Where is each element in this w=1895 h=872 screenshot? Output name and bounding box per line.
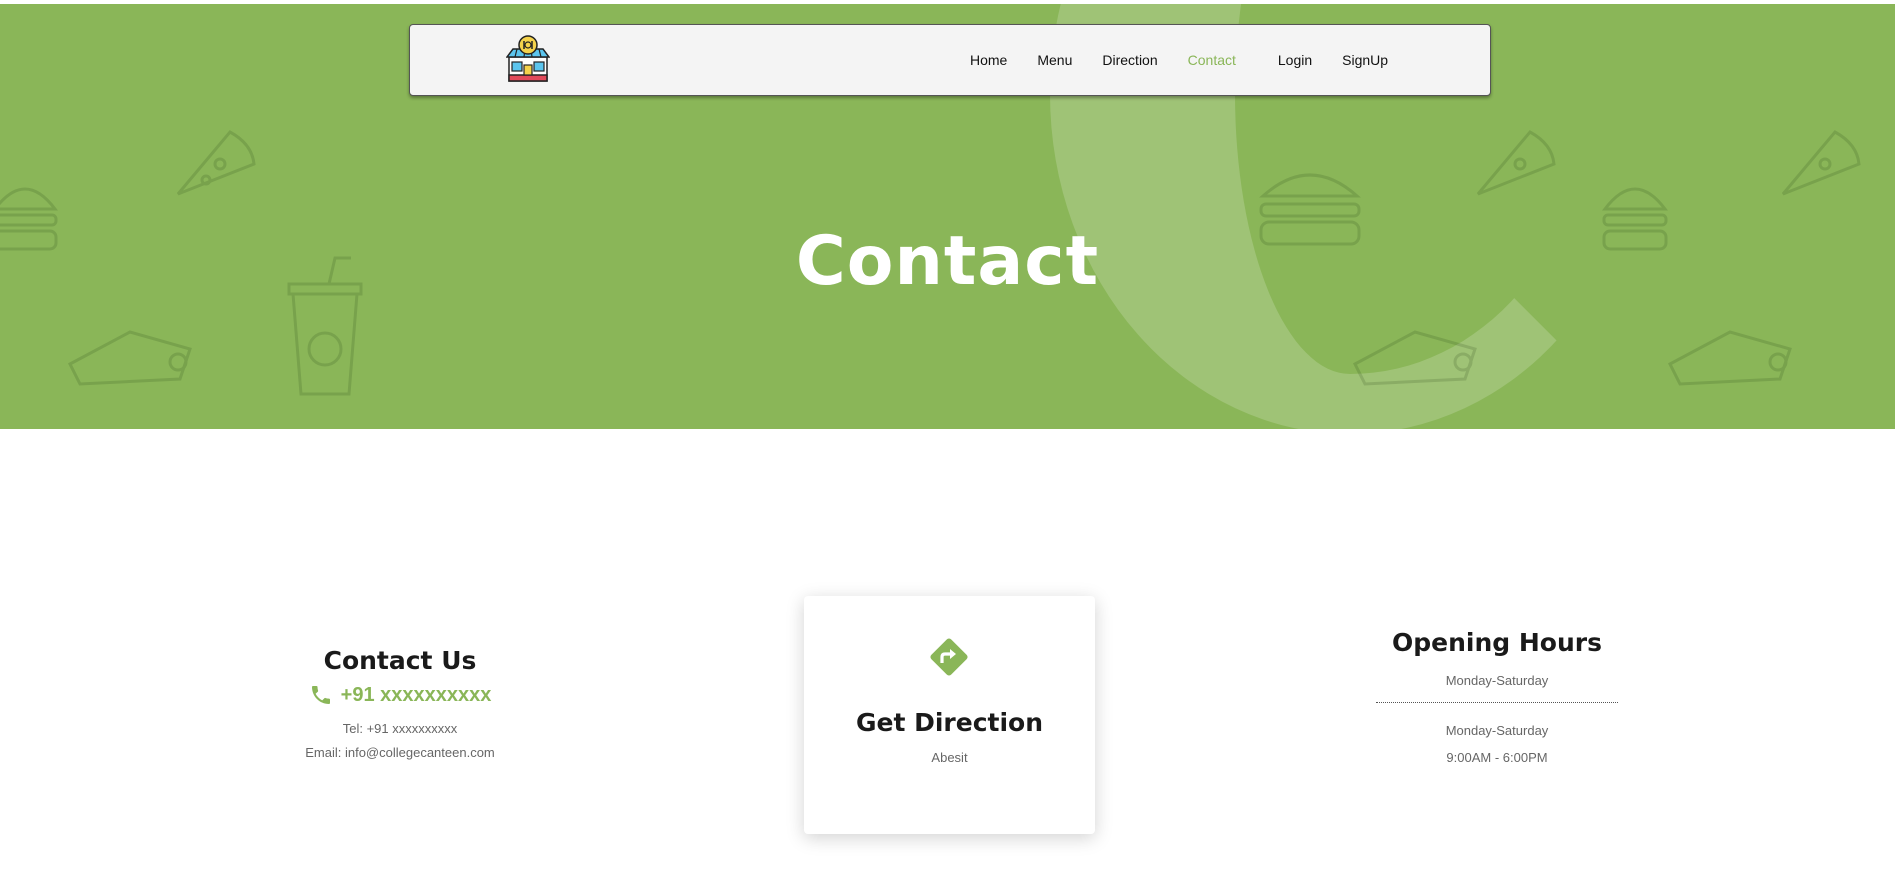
wrap-icon xyxy=(68,330,192,386)
opening-hours-section: Opening Hours Monday-Saturday Monday-Sat… xyxy=(1376,628,1618,771)
nav-contact[interactable]: Contact xyxy=(1188,52,1236,68)
get-direction-card[interactable]: Get Direction Abesit xyxy=(804,596,1095,834)
direction-sign-icon xyxy=(930,638,968,676)
canteen-shop-icon[interactable] xyxy=(506,35,550,83)
phone-number[interactable]: +91 xxxxxxxxxx xyxy=(341,684,492,707)
phone-icon xyxy=(311,686,330,704)
top-navbar: Home Menu Direction Contact Login SignUp xyxy=(409,24,1491,96)
pizza-slice-icon xyxy=(1476,130,1556,196)
direction-location: Abesit xyxy=(931,750,968,765)
wrap-icon xyxy=(1353,330,1477,386)
wrap-icon xyxy=(1668,330,1792,386)
opening-hours-title: Opening Hours xyxy=(1392,628,1602,657)
hours-days-1: Monday-Saturday xyxy=(1376,673,1618,703)
page-title: Contact xyxy=(795,222,1100,301)
pizza-slice-icon xyxy=(1781,130,1861,196)
nav-home[interactable]: Home xyxy=(970,52,1007,68)
hours-days-2: Monday-Saturday xyxy=(1445,723,1549,738)
hours-time: 9:00AM - 6:00PM xyxy=(1446,750,1548,765)
phone-row: +91 xxxxxxxxxx xyxy=(250,683,550,707)
nav-direction[interactable]: Direction xyxy=(1102,52,1157,68)
get-direction-title: Get Direction xyxy=(855,708,1044,737)
contact-us-title: Contact Us xyxy=(323,646,477,675)
contact-us-section: Contact Us +91 xxxxxxxxxx Tel: +91 xxxxx… xyxy=(250,646,550,765)
nav-login[interactable]: Login xyxy=(1278,52,1312,68)
nav-links: Home Menu Direction Contact Login SignUp xyxy=(970,25,1418,95)
nav-menu[interactable]: Menu xyxy=(1037,52,1072,68)
tel-text: Tel: +91 xxxxxxxxxx xyxy=(342,721,458,736)
pizza-slice-icon xyxy=(176,130,256,196)
email-text: Email: info@collegecanteen.com xyxy=(305,745,495,760)
nav-signup[interactable]: SignUp xyxy=(1342,52,1388,68)
